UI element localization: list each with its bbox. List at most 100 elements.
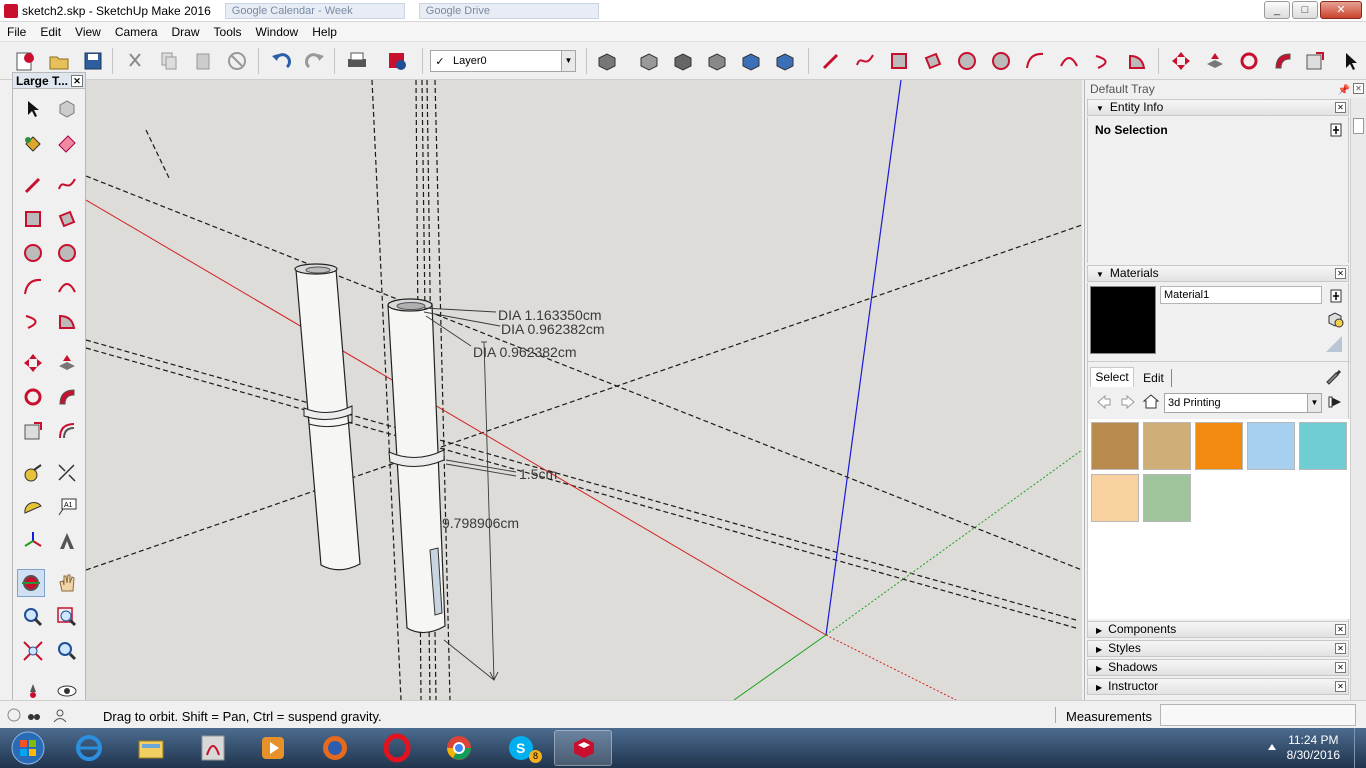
3d-text-icon[interactable] bbox=[53, 527, 81, 555]
paste-icon[interactable] bbox=[190, 48, 216, 74]
zoom-extents-icon[interactable] bbox=[19, 637, 47, 665]
undo-icon[interactable] bbox=[268, 48, 294, 74]
rectangle-tool-icon[interactable] bbox=[19, 205, 47, 233]
two-point-arc-tool-icon[interactable] bbox=[53, 273, 81, 301]
left-view-icon[interactable] bbox=[772, 48, 798, 74]
model-info-icon[interactable] bbox=[384, 48, 410, 74]
pan-hand-icon[interactable] bbox=[53, 569, 81, 597]
pie-icon[interactable] bbox=[1124, 48, 1150, 74]
menu-help[interactable]: Help bbox=[305, 22, 344, 42]
display-secondary-browser-icon[interactable] bbox=[1330, 289, 1342, 306]
tab-edit[interactable]: Edit bbox=[1136, 369, 1172, 387]
close-icon[interactable]: ✕ bbox=[1335, 662, 1346, 673]
three-point-arc-tool-icon[interactable] bbox=[19, 307, 47, 335]
menu-view[interactable]: View bbox=[68, 22, 108, 42]
chevron-down-icon[interactable]: ▼ bbox=[1307, 394, 1321, 412]
rotate-icon[interactable] bbox=[1236, 48, 1262, 74]
dimension-label[interactable]: 9.798906cm bbox=[442, 515, 519, 531]
arc-tool-icon[interactable] bbox=[19, 273, 47, 301]
select-arrow-icon[interactable] bbox=[1338, 48, 1364, 74]
material-swatch[interactable] bbox=[1143, 474, 1191, 522]
skype-icon[interactable]: S8 bbox=[492, 730, 550, 766]
text-tool-icon[interactable]: A1 bbox=[53, 493, 81, 521]
home-icon[interactable] bbox=[1142, 393, 1160, 412]
show-hidden-icons-icon[interactable] bbox=[1266, 740, 1278, 754]
styles-panel-header[interactable]: ▶ Styles ✕ bbox=[1087, 640, 1349, 657]
rotated-rectangle-tool-icon[interactable] bbox=[53, 205, 81, 233]
paint-bucket-icon[interactable] bbox=[19, 129, 47, 157]
material-preview[interactable] bbox=[1090, 286, 1156, 354]
pin-icon[interactable]: 📌 bbox=[1338, 82, 1350, 100]
circle-icon[interactable] bbox=[954, 48, 980, 74]
dimension-tool-icon[interactable] bbox=[53, 459, 81, 487]
move-icon[interactable] bbox=[1168, 48, 1194, 74]
follow-me-icon[interactable] bbox=[1270, 48, 1296, 74]
save-icon[interactable] bbox=[80, 48, 106, 74]
zoom-icon[interactable] bbox=[19, 603, 47, 631]
polygon-tool-icon[interactable] bbox=[53, 239, 81, 267]
menu-file[interactable]: File bbox=[0, 22, 33, 42]
circle-tool-icon[interactable] bbox=[19, 239, 47, 267]
freehand-icon[interactable] bbox=[852, 48, 878, 74]
3d-viewport[interactable]: DIA 1.163350cm DIA 0.962382cm DIA 0.9623… bbox=[86, 80, 1082, 700]
rectangle-icon[interactable] bbox=[886, 48, 912, 74]
media-player-icon[interactable] bbox=[244, 730, 302, 766]
protractor-icon[interactable] bbox=[19, 493, 47, 521]
material-swatch[interactable] bbox=[1299, 422, 1347, 470]
components-panel-header[interactable]: ▶ Components ✕ bbox=[1087, 621, 1349, 638]
dimension-label[interactable]: 1.5cm bbox=[519, 466, 557, 482]
rotate-tool-icon[interactable] bbox=[19, 383, 47, 411]
freehand-tool-icon[interactable] bbox=[53, 171, 81, 199]
tray-scrollbar[interactable] bbox=[1350, 98, 1366, 700]
palette-title-bar[interactable]: Large T... ✕ bbox=[13, 73, 85, 89]
close-icon[interactable]: ✕ bbox=[71, 75, 83, 87]
scale-tool-icon[interactable] bbox=[19, 417, 47, 445]
pencil-line-icon[interactable] bbox=[818, 48, 844, 74]
make-component-icon[interactable] bbox=[53, 95, 81, 123]
two-point-arc-icon[interactable] bbox=[1056, 48, 1082, 74]
system-clock[interactable]: 11:24 PM 8/30/2016 bbox=[1287, 733, 1340, 763]
background-window-tab[interactable]: Google Drive bbox=[418, 2, 599, 19]
sketchup-taskbar-icon[interactable] bbox=[554, 730, 612, 766]
line-tool-icon[interactable] bbox=[19, 171, 47, 199]
cut-icon[interactable] bbox=[122, 48, 148, 74]
firefox-icon[interactable] bbox=[306, 730, 364, 766]
file-explorer-icon[interactable] bbox=[122, 730, 180, 766]
previous-view-icon[interactable] bbox=[53, 637, 81, 665]
layer-dropdown[interactable]: ✓ Layer0 ▼ bbox=[430, 50, 576, 72]
maximize-button[interactable]: □ bbox=[1292, 1, 1318, 19]
close-icon[interactable]: ✕ bbox=[1335, 643, 1346, 654]
material-swatch[interactable] bbox=[1247, 422, 1295, 470]
entity-info-panel-header[interactable]: ▼ Entity Info ✕ bbox=[1087, 99, 1349, 116]
material-swatch[interactable] bbox=[1091, 422, 1139, 470]
chrome-icon[interactable] bbox=[430, 730, 488, 766]
default-material-icon[interactable] bbox=[1324, 334, 1344, 357]
eraser-icon[interactable] bbox=[53, 129, 81, 157]
scrollbar-thumb[interactable] bbox=[1353, 118, 1364, 134]
erase-icon[interactable] bbox=[224, 48, 250, 74]
open-folder-icon[interactable] bbox=[46, 48, 72, 74]
details-arrow-icon[interactable] bbox=[1328, 394, 1344, 413]
chevron-down-icon[interactable]: ▼ bbox=[561, 51, 575, 71]
push-pull-tool-icon[interactable] bbox=[53, 349, 81, 377]
dimension-label[interactable]: DIA 0.962382cm bbox=[473, 344, 577, 360]
new-file-icon[interactable] bbox=[12, 48, 38, 74]
front-view-icon[interactable] bbox=[670, 48, 696, 74]
instructor-panel-header[interactable]: ▶ Instructor ✕ bbox=[1087, 678, 1349, 695]
close-window-button[interactable]: ✕ bbox=[1320, 1, 1362, 19]
arc-icon[interactable] bbox=[1022, 48, 1048, 74]
acrobat-icon[interactable] bbox=[184, 730, 242, 766]
material-swatch[interactable] bbox=[1091, 474, 1139, 522]
material-collection-dropdown[interactable]: 3d Printing ▼ bbox=[1164, 393, 1322, 413]
tab-select[interactable]: Select bbox=[1090, 367, 1134, 387]
shadows-panel-header[interactable]: ▶ Shadows ✕ bbox=[1087, 659, 1349, 676]
geo-location-icon[interactable] bbox=[6, 707, 22, 726]
offset-tool-icon[interactable] bbox=[53, 417, 81, 445]
opera-icon[interactable] bbox=[368, 730, 426, 766]
redo-icon[interactable] bbox=[302, 48, 328, 74]
rotated-rectangle-icon[interactable] bbox=[920, 48, 946, 74]
back-view-icon[interactable] bbox=[738, 48, 764, 74]
internet-explorer-icon[interactable] bbox=[60, 730, 118, 766]
move-tool-icon[interactable] bbox=[19, 349, 47, 377]
create-material-icon[interactable] bbox=[1326, 310, 1344, 331]
